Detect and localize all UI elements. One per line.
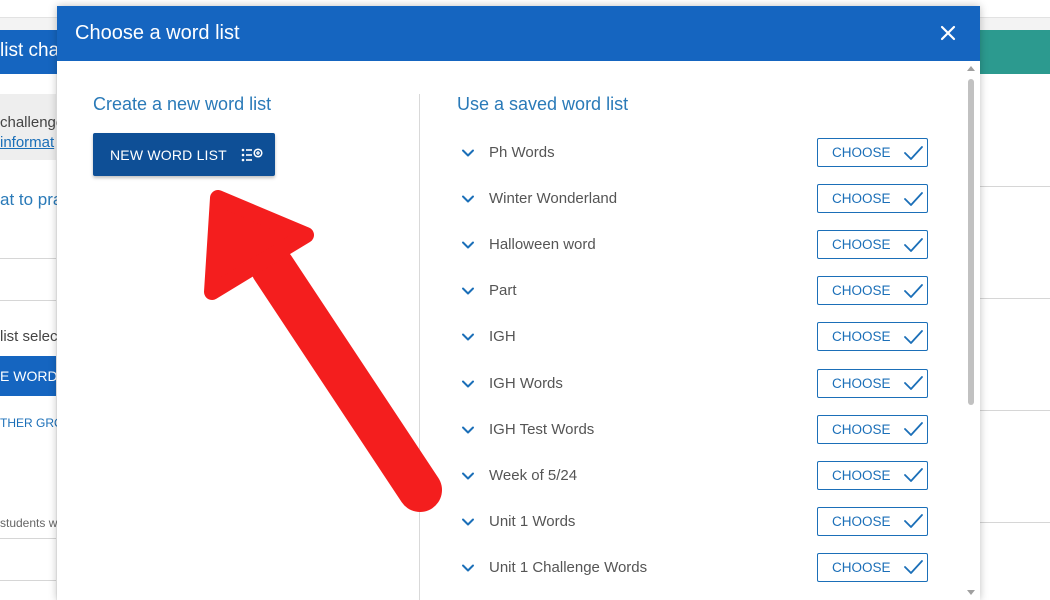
saved-list-row[interactable]: Unit 1 Challenge Words CHOOSE [457,552,932,585]
choose-button[interactable]: CHOOSE [817,414,928,444]
saved-list-row[interactable]: Winter Wonderland CHOOSE [457,184,932,216]
scroll-down-arrow-icon[interactable] [967,588,975,596]
saved-list-name: Week of 5/24 [489,466,578,484]
new-word-list-label: NEW WORD LIST [110,146,227,163]
choose-label: CHOOSE [832,421,891,437]
background-divider [980,298,1050,299]
saved-list-row[interactable]: Unit 1 Words CHOOSE [457,506,932,539]
choose-label: CHOOSE [832,467,891,483]
saved-list-name: Unit 1 Challenge Words [489,558,648,576]
background-header-right [975,30,1050,74]
background-text-challenge: challenge [0,114,58,131]
checkmark-icon [903,560,923,575]
saved-list-row[interactable]: IGH Words CHOOSE [457,368,932,401]
column-divider [419,94,420,600]
choose-label: CHOOSE [832,375,891,391]
choose-button[interactable]: CHOOSE [817,138,928,167]
background-divider [0,580,56,581]
background-choose-words-button[interactable]: E WORD [0,356,56,396]
saved-list-row[interactable]: Week of 5/24 CHOOSE [457,460,932,493]
choose-button[interactable]: CHOOSE [817,230,928,260]
saved-list-row[interactable]: Halloween word CHOOSE [457,230,932,262]
background-text-students: students w [0,516,58,530]
choose-button[interactable]: CHOOSE [817,276,928,306]
dialog-scrollbar[interactable] [963,61,979,600]
checkmark-icon [903,468,923,483]
checkmark-icon [903,237,923,252]
scroll-up-arrow-icon[interactable] [967,65,975,73]
choose-button[interactable]: CHOOSE [817,184,928,214]
choose-button[interactable]: CHOOSE [817,506,928,536]
close-icon [940,25,956,41]
choose-label: CHOOSE [832,237,891,253]
choose-word-list-dialog: Choose a word list Create a new word lis… [57,6,980,600]
background-other-group-link[interactable]: THER GRO [0,416,58,430]
saved-list-name: Winter Wonderland [489,190,618,208]
saved-section-title: Use a saved word list [457,94,629,114]
choose-button[interactable]: CHOOSE [817,460,928,490]
saved-list-name: IGH Test Words [489,420,595,438]
chevron-down-icon[interactable] [461,561,475,575]
close-button[interactable] [936,21,960,45]
choose-label: CHOOSE [832,329,891,345]
saved-list-row[interactable]: IGH Test Words CHOOSE [457,414,932,447]
dialog-title: Choose a word list [75,22,240,44]
checkmark-icon [903,145,923,160]
chevron-down-icon[interactable] [461,284,475,298]
choose-label: CHOOSE [832,283,891,299]
checkmark-icon [903,329,923,344]
new-word-list-button[interactable]: NEW WORD LIST [93,133,275,176]
chevron-down-icon[interactable] [461,515,475,529]
new-list-icon [241,147,263,161]
scrollbar-thumb[interactable] [968,79,974,405]
chevron-down-icon[interactable] [461,377,475,391]
checkmark-icon [903,191,923,206]
choose-label: CHOOSE [832,513,891,529]
create-section-title: Create a new word list [93,94,272,114]
chevron-down-icon[interactable] [461,330,475,344]
choose-button[interactable]: CHOOSE [817,368,928,398]
chevron-down-icon[interactable] [461,192,475,206]
choose-label: CHOOSE [832,145,891,160]
chevron-down-icon[interactable] [461,469,475,483]
chevron-down-icon[interactable] [461,423,475,437]
background-divider [0,300,56,301]
checkmark-icon [903,376,923,390]
saved-list-name: Halloween word [489,236,596,254]
dialog-header: Choose a word list [57,6,980,61]
background-divider [980,522,1050,523]
choose-button[interactable]: CHOOSE [817,552,928,582]
saved-list-row[interactable]: IGH CHOOSE [457,322,932,354]
background-divider [0,258,56,259]
background-heading: at to pra [0,190,58,209]
saved-list-name: Ph Words [489,144,555,161]
background-divider [980,410,1050,411]
choose-label: CHOOSE [832,559,891,575]
background-title: list cha [0,40,60,61]
choose-label: CHOOSE [832,191,891,207]
saved-list-name: IGH Words [489,374,563,392]
saved-list-name: Unit 1 Words [489,512,576,530]
checkmark-icon [903,422,923,436]
choose-button[interactable]: CHOOSE [817,322,928,352]
chevron-down-icon[interactable] [461,146,475,160]
saved-list-row[interactable]: Ph Words CHOOSE [457,138,932,170]
checkmark-icon [903,514,923,529]
checkmark-icon [903,283,923,298]
saved-list-row[interactable]: Part CHOOSE [457,276,932,308]
background-divider [980,186,1050,187]
saved-list-name: IGH [489,328,516,346]
background-divider [0,538,56,539]
saved-list-name: Part [489,282,517,300]
chevron-down-icon[interactable] [461,238,475,252]
background-info-link[interactable]: informat [0,134,58,151]
background-text-list-select: list select [0,328,58,345]
